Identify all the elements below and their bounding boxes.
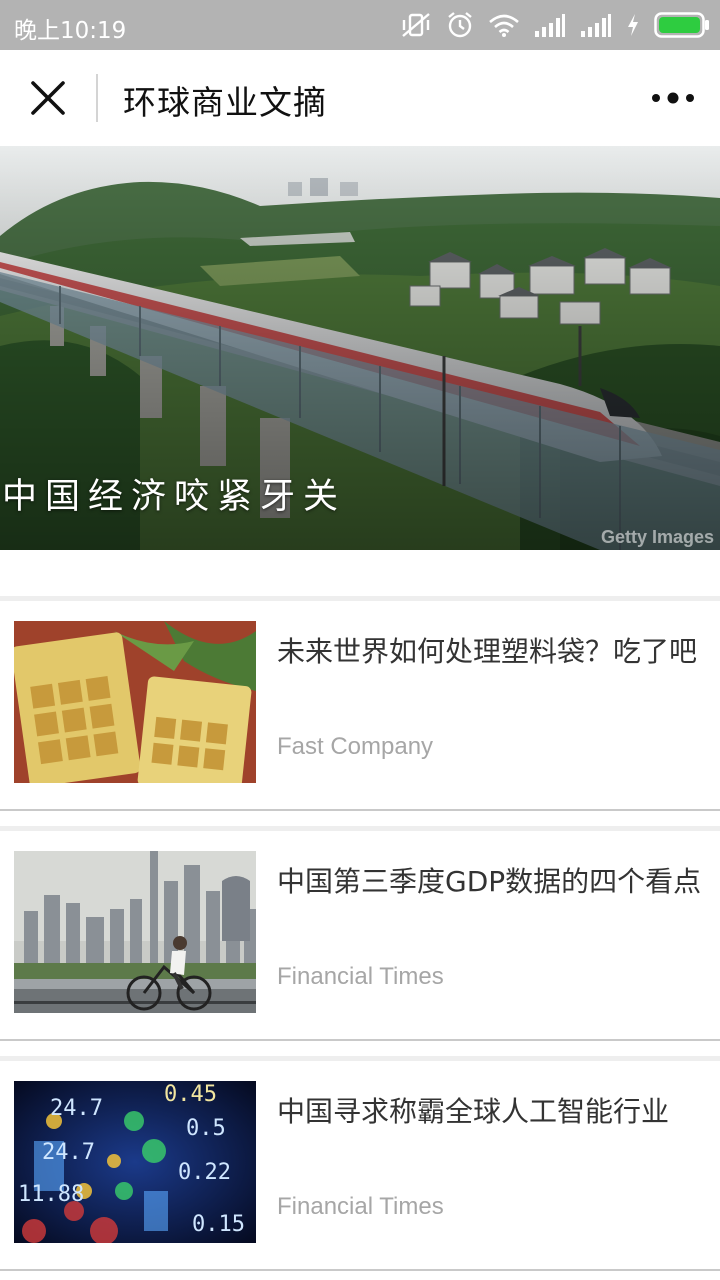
article-source: Financial Times xyxy=(277,1193,444,1220)
more-icon[interactable] xyxy=(650,86,696,110)
list-item[interactable]: 中国第三季度GDP数据的四个看点 Financial Times xyxy=(0,826,720,1041)
article-title: 中国寻求称霸全球人工智能行业 xyxy=(277,1095,670,1128)
title-bar: 环球商业文摘 xyxy=(0,50,720,147)
hero-credit: Getty Images xyxy=(600,527,714,547)
svg-text:0.22: 0.22 xyxy=(178,1160,231,1185)
svg-text:0.5: 0.5 xyxy=(186,1116,226,1141)
article-title: 未来世界如何处理塑料袋？吃了吧 xyxy=(277,635,698,668)
hero-banner[interactable]: 中国经济咬紧牙关 Getty Images xyxy=(0,146,720,550)
close-icon[interactable] xyxy=(28,78,68,118)
list-item[interactable]: 24.7 0.45 0.5 24.7 0.22 11.88 0.15 中国寻求称霸全球… xyxy=(0,1056,720,1271)
title-divider xyxy=(96,74,98,122)
signal-icon xyxy=(535,14,565,37)
hero-caption: 中国经济咬紧牙关 xyxy=(2,477,347,517)
status-time: 晚上10:19 xyxy=(14,18,127,44)
status-bar: 晚上10:19 xyxy=(0,0,720,50)
article-source: Fast Company xyxy=(277,733,434,760)
charging-icon xyxy=(628,14,638,36)
battery-icon xyxy=(654,12,709,38)
waffle-image xyxy=(14,621,256,783)
signal-icon xyxy=(581,14,611,37)
list-item[interactable]: 未来世界如何处理塑料袋？吃了吧 Fast Company xyxy=(0,596,720,811)
svg-text:0.15: 0.15 xyxy=(192,1212,245,1237)
alarm-icon xyxy=(448,12,472,38)
svg-text:0.45: 0.45 xyxy=(164,1082,217,1107)
svg-text:11.88: 11.88 xyxy=(18,1182,84,1207)
stock-board-image: 24.7 0.45 0.5 24.7 0.22 11.88 0.15 xyxy=(14,1081,256,1243)
svg-text:24.7: 24.7 xyxy=(42,1140,95,1165)
svg-text:24.7: 24.7 xyxy=(50,1096,103,1121)
article-thumbnail xyxy=(14,851,256,1013)
page-title: 环球商业文摘 xyxy=(123,83,327,122)
article-thumbnail xyxy=(14,621,256,783)
status-icons xyxy=(400,10,710,40)
article-thumbnail: 24.7 0.45 0.5 24.7 0.22 11.88 0.15 xyxy=(14,1081,256,1243)
wifi-icon xyxy=(489,14,519,37)
article-source: Financial Times xyxy=(277,963,444,990)
vibrate-off-icon xyxy=(402,13,430,37)
city-cyclist-image xyxy=(14,851,256,1013)
article-title: 中国第三季度GDP数据的四个看点 xyxy=(277,865,702,898)
